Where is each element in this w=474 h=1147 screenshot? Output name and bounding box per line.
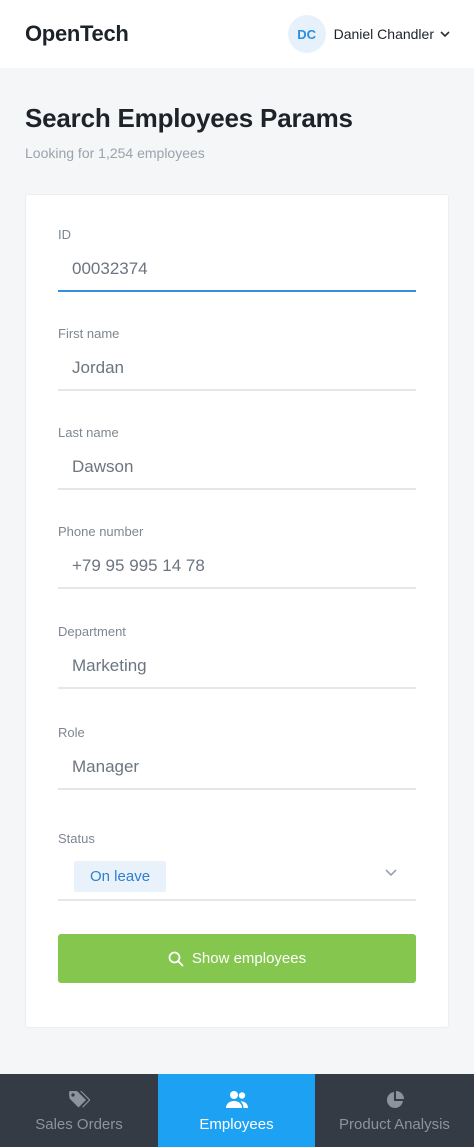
nav-item-product-analysis[interactable]: Product Analysis <box>315 1074 474 1147</box>
role-field: Role <box>58 725 416 790</box>
department-label: Department <box>58 624 126 639</box>
bottom-nav: Sales Orders Employees Product Analysis <box>0 1074 474 1147</box>
id-label: ID <box>58 227 71 242</box>
nav-item-employees[interactable]: Employees <box>158 1074 315 1147</box>
department-field: Department <box>58 624 416 689</box>
last-name-label: Last name <box>58 425 119 440</box>
role-input[interactable] <box>58 746 416 790</box>
department-input[interactable] <box>58 645 416 689</box>
chevron-down-icon <box>440 29 450 39</box>
tag-icon <box>67 1089 91 1111</box>
nav-label-employees: Employees <box>199 1115 274 1133</box>
nav-label-product-analysis: Product Analysis <box>339 1115 450 1133</box>
phone-input[interactable] <box>58 545 416 589</box>
show-employees-label: Show employees <box>191 950 307 967</box>
page-subtitle: Looking for 1,254 employees <box>25 145 205 161</box>
first-name-label: First name <box>58 326 120 341</box>
role-label: Role <box>58 725 85 740</box>
user-name: Daniel Chandler <box>333 26 434 42</box>
users-icon <box>225 1089 249 1111</box>
nav-item-sales-orders[interactable]: Sales Orders <box>0 1074 158 1147</box>
id-field: ID <box>58 227 416 292</box>
search-form-card: ID First name Last name Phone number Dep… <box>25 194 449 1028</box>
app-logo[interactable]: OpenTech <box>25 21 129 47</box>
avatar: DC <box>287 15 326 53</box>
nav-label-sales-orders: Sales Orders <box>35 1115 123 1133</box>
phone-field: Phone number <box>58 524 416 589</box>
show-employees-button[interactable]: Show employees <box>58 934 416 983</box>
user-menu[interactable]: DC Daniel Chandler <box>287 15 450 53</box>
app-header: OpenTech DC Daniel Chandler <box>0 0 474 68</box>
page-title: Search Employees Params <box>25 103 353 133</box>
chevron-down-icon[interactable] <box>384 865 398 879</box>
last-name-field: Last name <box>58 425 416 490</box>
status-chip[interactable]: On leave <box>74 861 167 892</box>
id-input[interactable] <box>58 248 416 292</box>
search-icon <box>168 951 184 967</box>
phone-label: Phone number <box>58 524 144 539</box>
status-select[interactable]: On leave <box>58 854 416 901</box>
status-field: Status On leave <box>58 831 416 901</box>
first-name-input[interactable] <box>58 347 416 391</box>
last-name-input[interactable] <box>58 446 416 490</box>
pie-chart-icon <box>383 1089 407 1111</box>
first-name-field: First name <box>58 326 416 391</box>
status-label: Status <box>58 831 95 846</box>
